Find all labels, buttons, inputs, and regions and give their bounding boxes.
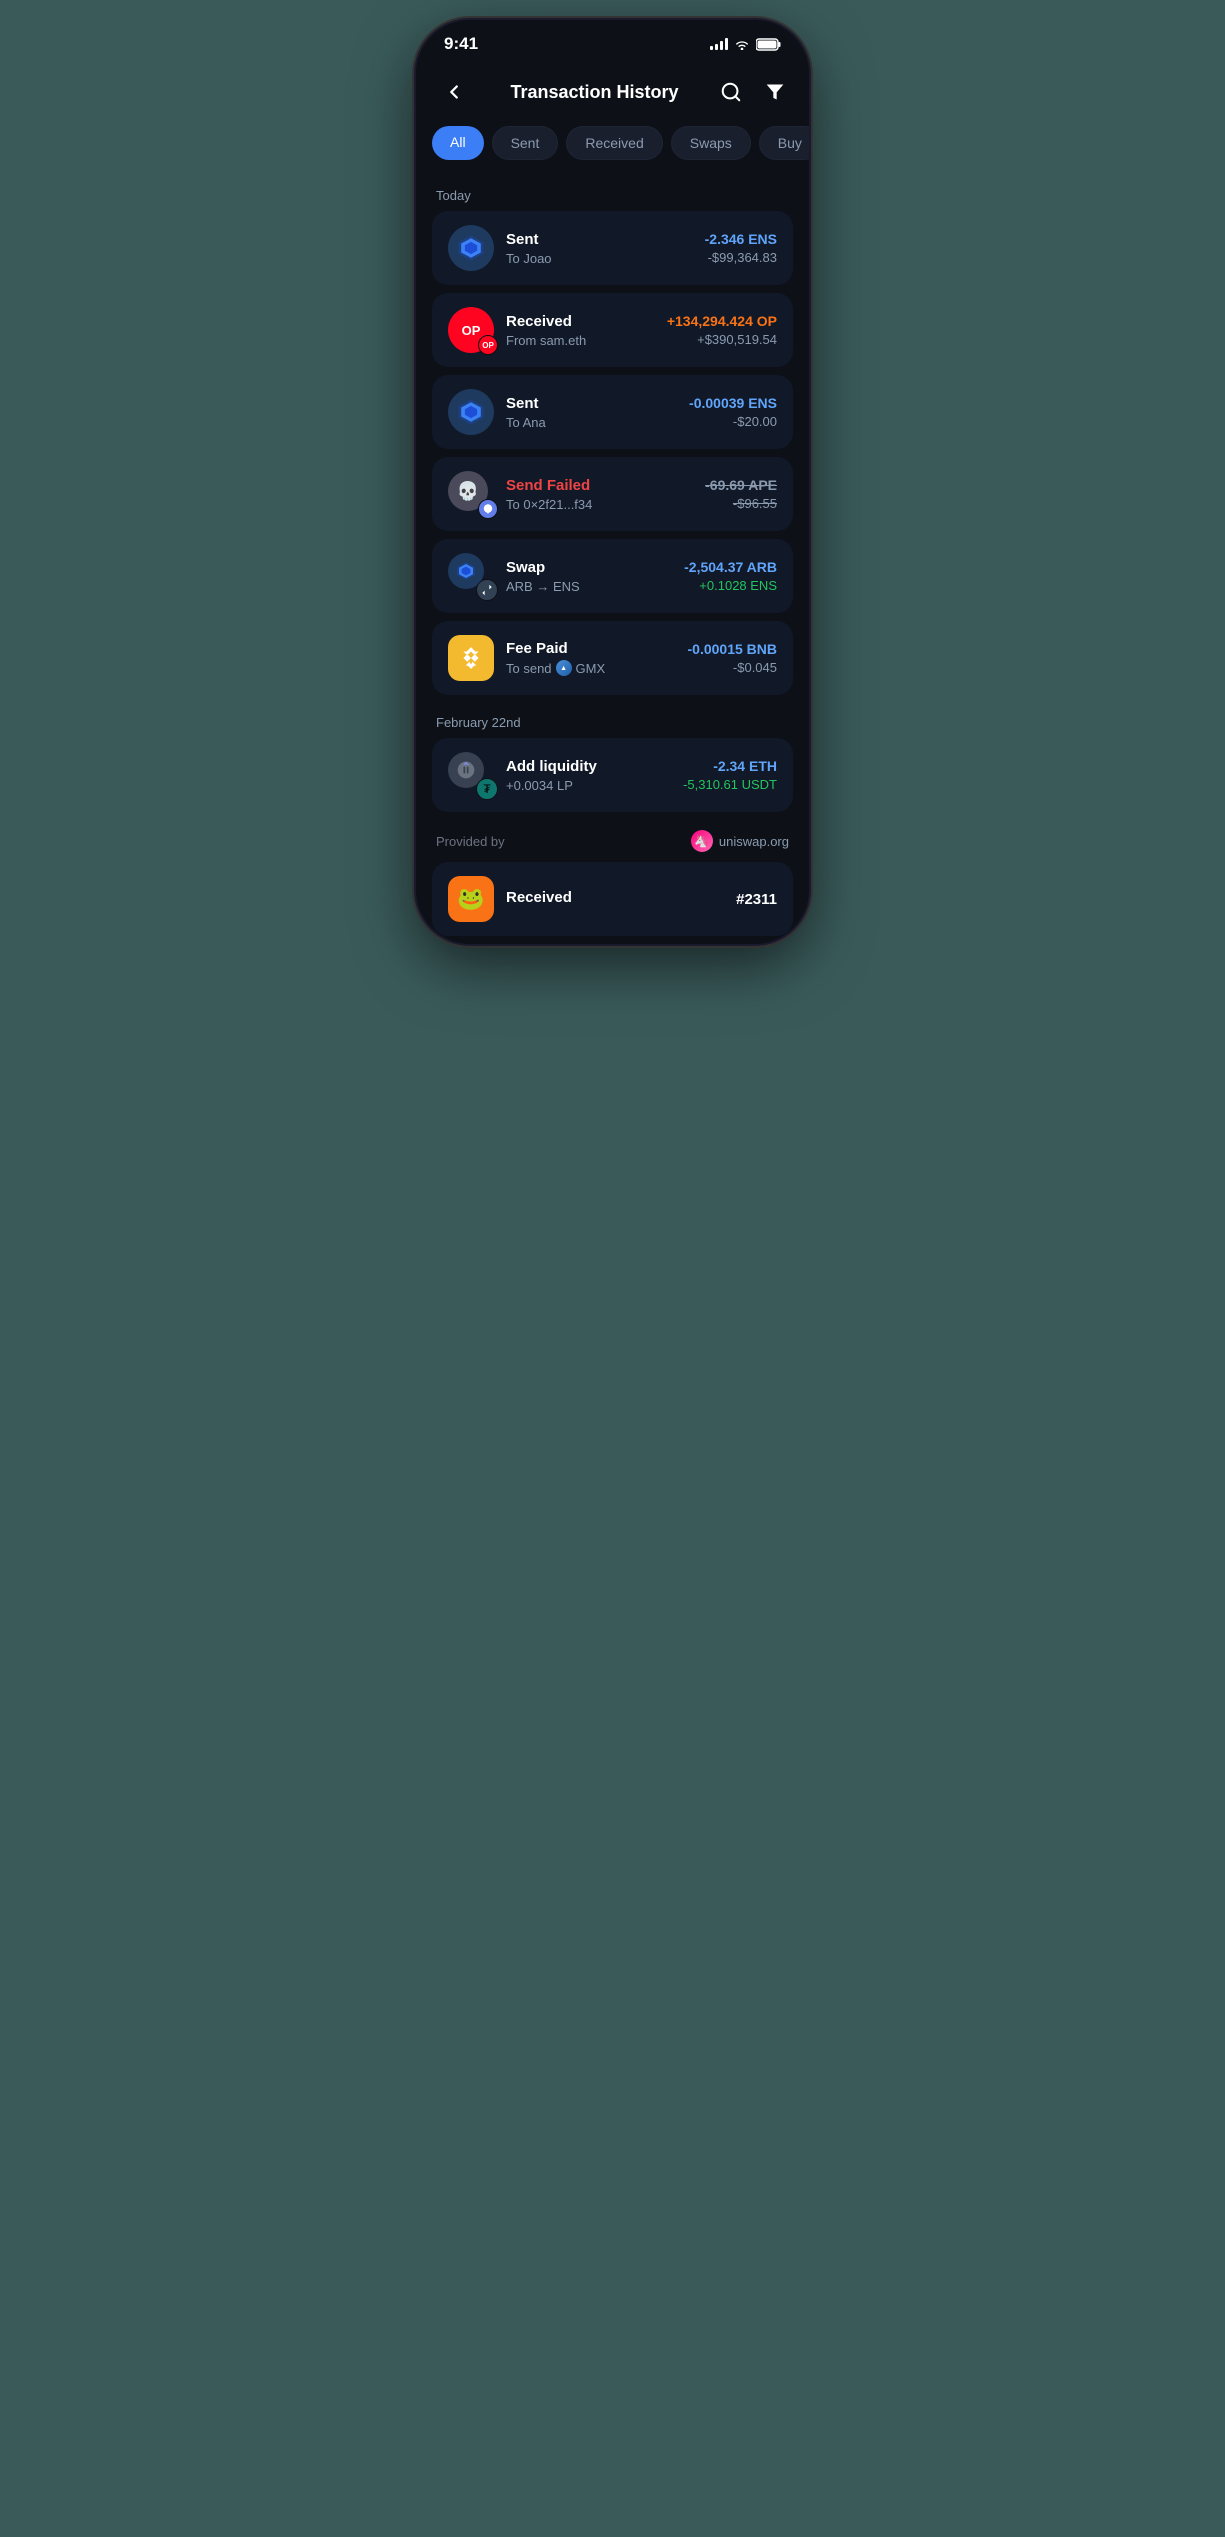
provided-by-label: Provided by: [436, 834, 505, 849]
tx-title-failed: Send Failed: [506, 477, 693, 494]
uniswap-icon: 🦄: [691, 830, 713, 852]
tab-all[interactable]: All: [432, 126, 484, 160]
tx-subtitle: To 0×2f21...f34: [506, 497, 693, 512]
phone-frame: 9:41 Transaction History: [416, 20, 809, 944]
transaction-row[interactable]: OP OP Received From sam.eth +134,294.424…: [432, 293, 793, 367]
tx-subtitle: ARB → ENS: [506, 579, 672, 594]
search-button[interactable]: [717, 78, 745, 106]
tx-amount-secondary: +$390,519.54: [667, 332, 777, 347]
tx-subtitle: From sam.eth: [506, 333, 655, 348]
back-button[interactable]: [436, 74, 472, 110]
tab-buy[interactable]: Buy: [759, 126, 809, 160]
tx-amounts: -0.00015 BNB -$0.045: [688, 641, 778, 675]
page-title: Transaction History: [510, 82, 678, 103]
section-today: Today: [432, 176, 793, 211]
tx-title: Sent: [506, 231, 693, 248]
tx-info: Received: [506, 889, 724, 909]
transaction-row[interactable]: Sent To Joao -2.346 ENS -$99,364.83: [432, 211, 793, 285]
transaction-row[interactable]: Sent To Ana -0.00039 ENS -$20.00: [432, 375, 793, 449]
filter-tabs: All Sent Received Swaps Buy Se...: [416, 126, 809, 176]
filter-button[interactable]: [761, 78, 789, 106]
tx-amount-secondary: -5,310.61 USDT: [683, 777, 777, 792]
ens-icon: [448, 225, 494, 271]
tx-info: Add liquidity +0.0034 LP: [506, 758, 671, 793]
tx-amount-primary: -2,504.37 ARB: [684, 559, 777, 575]
tx-subtitle: To send ▲ GMX: [506, 660, 676, 676]
liquidity-icon: ₮: [448, 752, 494, 798]
header-actions: [717, 78, 789, 106]
transaction-row[interactable]: 🐸 Received #2311: [432, 862, 793, 936]
tx-info: Sent To Joao: [506, 231, 693, 266]
gmx-icon: ▲: [556, 660, 572, 676]
tx-amount-primary: -0.00039 ENS: [689, 395, 777, 411]
signal-icon: [710, 38, 728, 50]
tx-info: Received From sam.eth: [506, 313, 655, 348]
provided-by-value: 🦄 uniswap.org: [691, 830, 789, 852]
battery-icon: [756, 38, 781, 51]
status-bar: 9:41: [416, 20, 809, 62]
swap-icon: [448, 553, 494, 599]
transaction-row[interactable]: Fee Paid To send ▲ GMX -0.00015 BNB -$0.…: [432, 621, 793, 695]
provided-by-section: Provided by 🦄 uniswap.org: [432, 820, 793, 862]
tab-received[interactable]: Received: [566, 126, 662, 160]
bnb-icon: [448, 635, 494, 681]
tx-amount-secondary: -$0.045: [688, 660, 778, 675]
header: Transaction History: [416, 62, 809, 126]
tx-amount-secondary: +0.1028 ENS: [684, 578, 777, 593]
wifi-icon: [734, 38, 750, 50]
tx-title: Received: [506, 313, 655, 330]
tx-info: Send Failed To 0×2f21...f34: [506, 477, 693, 512]
transaction-row[interactable]: 💀 Send Failed To 0×2f21...f34 -69.69 APE…: [432, 457, 793, 531]
tx-title: Swap: [506, 559, 672, 576]
tab-swaps[interactable]: Swaps: [671, 126, 751, 160]
tab-sent[interactable]: Sent: [492, 126, 559, 160]
tx-amount-primary: -69.69 APE: [705, 477, 777, 493]
tx-amounts: -0.00039 ENS -$20.00: [689, 395, 777, 429]
tx-amounts: -2.34 ETH -5,310.61 USDT: [683, 758, 777, 792]
tx-info: Fee Paid To send ▲ GMX: [506, 640, 676, 676]
tx-info: Sent To Ana: [506, 395, 677, 430]
tx-amount-hash: #2311: [736, 891, 777, 908]
tx-amounts: #2311: [736, 891, 777, 908]
tx-amount-secondary: -$20.00: [689, 414, 777, 429]
tx-subtitle: +0.0034 LP: [506, 778, 671, 793]
tx-amount-primary: -2.34 ETH: [683, 758, 777, 774]
tx-subtitle: To Joao: [506, 251, 693, 266]
tx-amounts: -2,504.37 ARB +0.1028 ENS: [684, 559, 777, 593]
tx-amount-primary: -0.00015 BNB: [688, 641, 778, 657]
tx-amount-secondary: -$99,364.83: [705, 250, 777, 265]
provider-name: uniswap.org: [719, 834, 789, 849]
tx-amount-primary: -2.346 ENS: [705, 231, 777, 247]
status-time: 9:41: [444, 34, 478, 54]
tx-subtitle: To Ana: [506, 415, 677, 430]
tx-amount-primary: +134,294.424 OP: [667, 313, 777, 329]
tx-title: Add liquidity: [506, 758, 671, 775]
nft-icon: 🐸: [448, 876, 494, 922]
tx-amounts: -69.69 APE -$96.55: [705, 477, 777, 511]
content: Today Sent To Joao -2.346 ENS -$99,364.8…: [416, 176, 809, 936]
tx-amount-secondary: -$96.55: [705, 496, 777, 511]
op-icon: OP OP: [448, 307, 494, 353]
transaction-row[interactable]: Swap ARB → ENS -2,504.37 ARB +0.1028 ENS: [432, 539, 793, 613]
op-badge: OP: [478, 335, 498, 355]
status-icons: [710, 38, 781, 51]
tx-title: Received: [506, 889, 724, 906]
ens-icon: [448, 389, 494, 435]
section-feb22: February 22nd: [432, 703, 793, 738]
transaction-row[interactable]: ₮ Add liquidity +0.0034 LP -2.34 ETH -5,…: [432, 738, 793, 812]
ape-icon: 💀: [448, 471, 494, 517]
tx-amounts: +134,294.424 OP +$390,519.54: [667, 313, 777, 347]
tx-amounts: -2.346 ENS -$99,364.83: [705, 231, 777, 265]
tx-info: Swap ARB → ENS: [506, 559, 672, 594]
tx-title: Fee Paid: [506, 640, 676, 657]
tx-title: Sent: [506, 395, 677, 412]
